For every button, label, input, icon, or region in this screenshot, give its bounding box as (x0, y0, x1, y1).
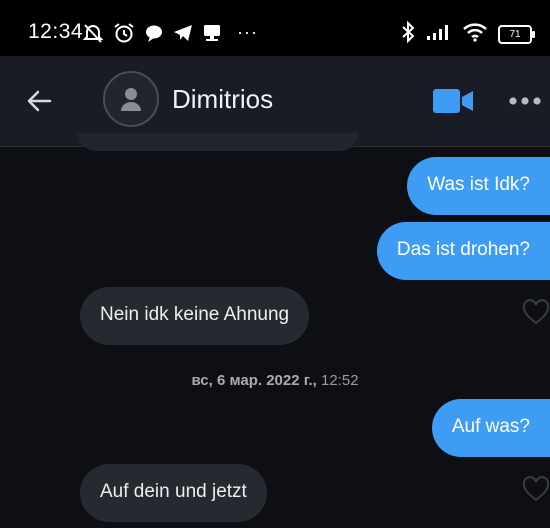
like-button[interactable] (522, 476, 550, 502)
heart-icon (522, 299, 550, 325)
video-camera-icon (433, 89, 473, 113)
telegram-icon (173, 23, 193, 48)
chat-bubble-icon (144, 23, 164, 48)
more-dots-icon (509, 97, 541, 105)
status-more: ··· (237, 22, 258, 42)
message-incoming[interactable]: Auf dein und jetzt (80, 464, 267, 522)
alarm-icon (113, 22, 135, 49)
contact-name[interactable]: Dimitrios (172, 84, 273, 115)
arrow-left-icon (27, 90, 52, 112)
message-outgoing[interactable]: Was ist Idk? (407, 157, 550, 215)
status-time: 12:34 (28, 20, 84, 43)
avatar[interactable] (103, 71, 159, 127)
date-separator: вс, 6 мар. 2022 г., 12:52 (0, 372, 550, 389)
message-incoming[interactable]: Nein idk keine Ahnung (80, 287, 310, 345)
status-left-icons: ··· (82, 22, 258, 49)
battery-icon: 71 (498, 25, 535, 44)
user-icon (121, 88, 141, 111)
partial-message-bubble (78, 133, 358, 151)
status-bar: 12:34 ··· 71 (0, 0, 550, 56)
message-list[interactable]: Was ist Idk? Das ist drohen? Nein idk ke… (0, 133, 550, 528)
wifi-icon (462, 22, 488, 47)
message-outgoing[interactable]: Auf was? (431, 399, 550, 457)
date-separator-time: 12:52 (321, 372, 359, 389)
date-separator-date: вс, 6 мар. 2022 г., (191, 372, 317, 389)
back-button[interactable] (24, 86, 56, 116)
mute-bell-icon (82, 22, 104, 49)
status-right-icons: 71 (400, 20, 535, 48)
bluetooth-icon (400, 20, 416, 48)
like-button[interactable] (522, 299, 550, 325)
cast-icon (202, 23, 222, 48)
message-outgoing[interactable]: Das ist drohen? (376, 222, 550, 280)
signal-icon (426, 23, 452, 46)
heart-icon (522, 476, 550, 502)
more-options-button[interactable] (508, 94, 542, 106)
video-call-button[interactable] (433, 88, 473, 114)
